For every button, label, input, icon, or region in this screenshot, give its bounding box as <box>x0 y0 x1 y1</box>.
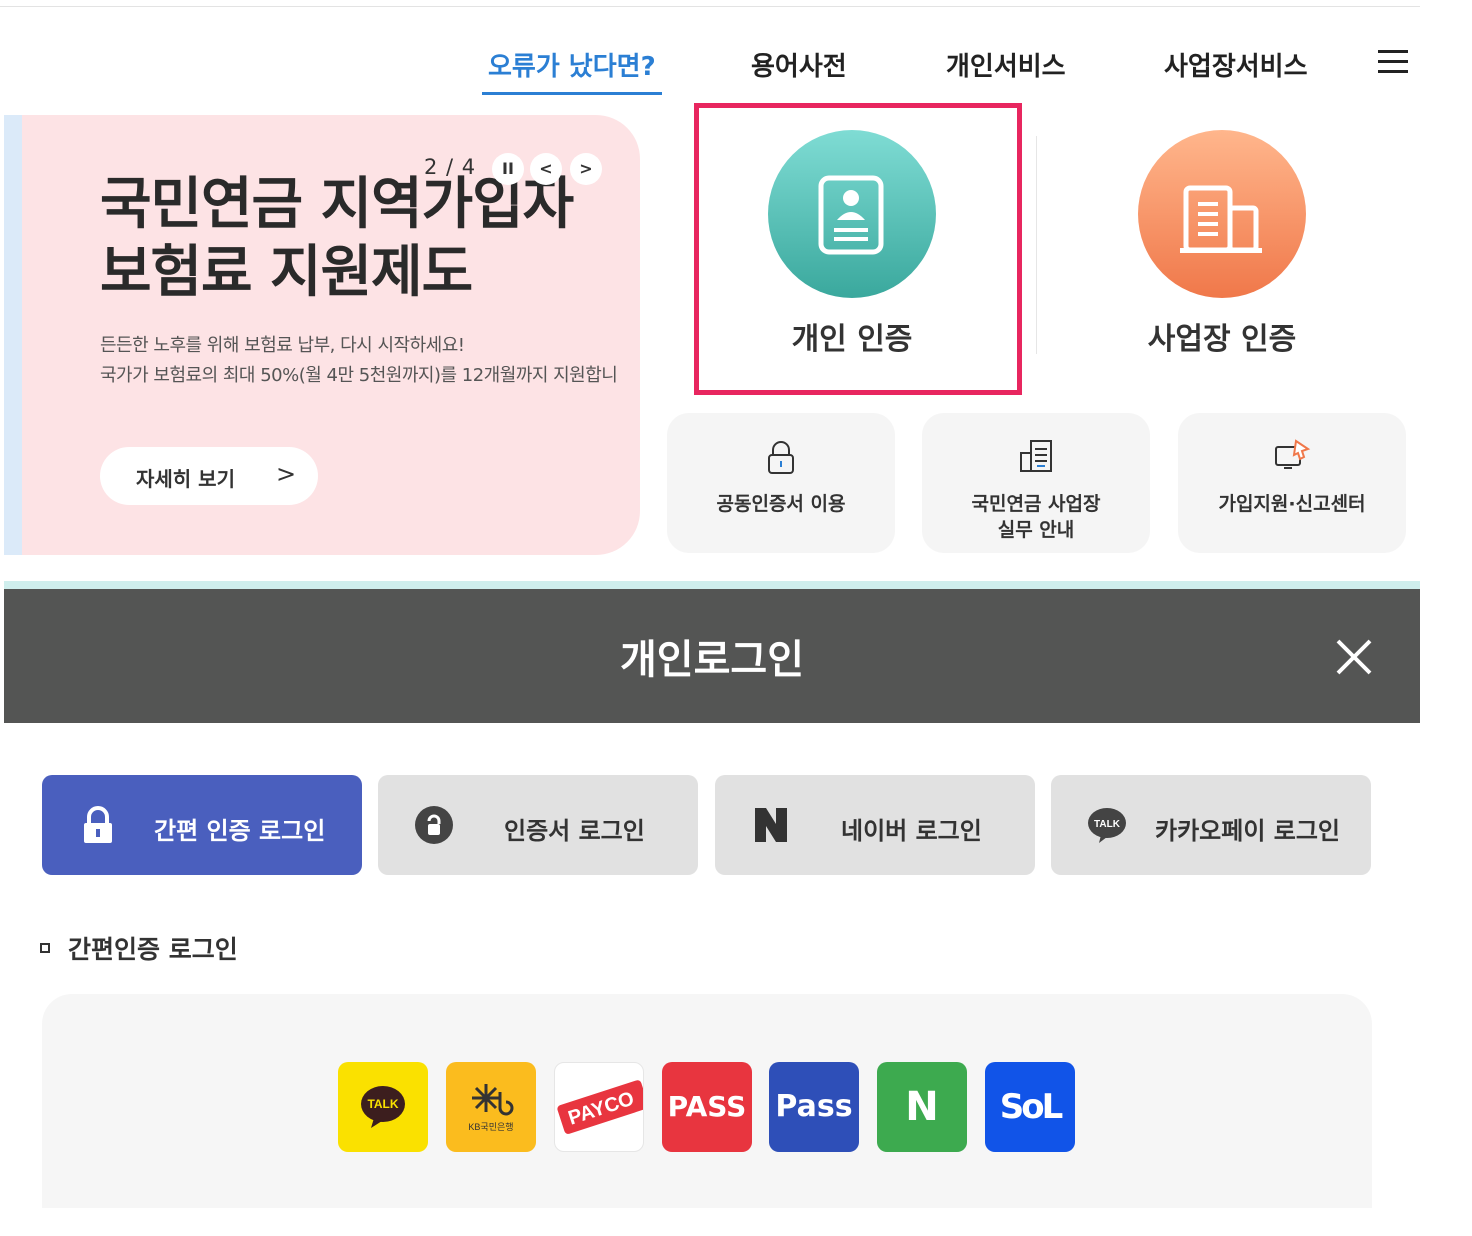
banner-more-label: 자세히 보기 <box>136 467 235 491</box>
close-icon[interactable] <box>1332 635 1376 679</box>
provider-payco[interactable]: PAYCO <box>554 1062 644 1152</box>
banner-description: 든든한 노후를 위해 보험료 납부, 다시 시작하세요! 국가가 보험료의 최대… <box>100 331 618 391</box>
section-separator <box>4 581 1420 589</box>
section-title-text: 간편인증 로그인 <box>68 935 238 964</box>
promo-banner: 국민연금 지역가입자 보험료 지원제도 든든한 노후를 위해 보험료 납부, 다… <box>4 115 640 555</box>
monitor-pointer-icon <box>1275 439 1311 469</box>
tab-certificate-login[interactable]: 인증서 로그인 <box>378 775 698 875</box>
auth-divider <box>1036 136 1037 354</box>
tile-label: 공동인증서 이용 <box>667 491 895 517</box>
tile-business-guide[interactable]: 국민연금 사업장 실무 안내 <box>922 413 1150 553</box>
banner-desc-line-1: 든든한 노후를 위해 보험료 납부, 다시 시작하세요! <box>100 335 465 356</box>
provider-label: N <box>905 1084 939 1130</box>
provider-pass-red[interactable]: PASS <box>662 1062 752 1152</box>
login-title: 개인로그인 <box>620 637 804 683</box>
login-header: 개인로그인 <box>4 589 1420 723</box>
banner-pager: 2 / 4 <box>424 155 477 179</box>
tile-joint-certificate[interactable]: 공동인증서 이용 <box>667 413 895 553</box>
provider-naver[interactable]: N <box>877 1062 967 1152</box>
certificate-icon <box>415 806 453 844</box>
top-divider <box>0 6 1420 7</box>
building-icon <box>1180 185 1262 253</box>
provider-kakao[interactable]: TALK <box>338 1062 428 1152</box>
tab-label: 인증서 로그인 <box>504 817 645 845</box>
provider-label: TALK <box>367 1097 398 1111</box>
business-auth-label: 사업장 인증 <box>1147 322 1297 357</box>
kakao-talk-icon: TALK <box>1088 808 1126 843</box>
banner-title: 국민연금 지역가입자 보험료 지원제도 <box>100 171 574 307</box>
nav-glossary[interactable]: 용어사전 <box>751 46 847 83</box>
top-navigation: 오류가 났다면? 용어사전 개인서비스 사업장서비스 <box>0 40 1472 100</box>
hamburger-menu-icon[interactable] <box>1378 50 1408 74</box>
banner-more-button[interactable]: 자세히 보기 > <box>100 447 318 505</box>
tab-kakaopay-login[interactable]: TALK 카카오페이 로그인 <box>1051 775 1371 875</box>
tile-label-line-1: 가입지원·신고센터 <box>1218 493 1366 515</box>
nav-error-help[interactable]: 오류가 났다면? <box>488 46 656 83</box>
banner-title-line-2: 보험료 지원제도 <box>100 240 473 305</box>
tile-label: 가입지원·신고센터 <box>1178 491 1406 517</box>
tile-support-center[interactable]: 가입지원·신고센터 <box>1178 413 1406 553</box>
kb-star-icon: KB국민은행 <box>468 1084 514 1132</box>
tab-label: 네이버 로그인 <box>841 817 982 845</box>
tile-label: 국민연금 사업장 실무 안내 <box>922 491 1150 543</box>
provider-sol[interactable]: SoL <box>985 1062 1075 1152</box>
nav-personal-service[interactable]: 개인서비스 <box>946 46 1066 83</box>
bullet-square-icon <box>40 943 50 953</box>
lock-icon <box>768 441 794 474</box>
banner-prev-slide-edge <box>4 115 22 555</box>
personal-auth-highlight <box>694 103 1022 395</box>
chevron-left-icon[interactable]: < <box>530 153 562 185</box>
provider-pass-blue[interactable]: Pass <box>769 1062 859 1152</box>
provider-label: PASS <box>667 1090 747 1123</box>
tab-label: 간편 인증 로그인 <box>154 817 326 845</box>
provider-label: Pass <box>775 1089 853 1124</box>
business-auth-circle <box>1138 130 1306 298</box>
tile-label-line-2: 실무 안내 <box>997 519 1075 541</box>
tile-label-line-1: 국민연금 사업장 <box>971 493 1101 515</box>
chevron-right-icon: > <box>276 460 297 488</box>
nav-business-service[interactable]: 사업장서비스 <box>1164 46 1308 83</box>
business-auth-card[interactable]: 사업장 인증 <box>1064 130 1394 380</box>
provider-label: SoL <box>999 1087 1064 1127</box>
tab-naver-login[interactable]: 네이버 로그인 <box>715 775 1035 875</box>
simple-auth-section-title: 간편인증 로그인 <box>40 930 238 966</box>
chevron-right-icon[interactable]: > <box>570 153 602 185</box>
tab-simple-auth-login[interactable]: 간편 인증 로그인 <box>42 775 362 875</box>
provider-kb[interactable]: KB국민은행 <box>446 1062 536 1152</box>
padlock-icon <box>84 806 112 843</box>
document-building-icon <box>1020 440 1052 472</box>
naver-n-icon <box>755 808 787 842</box>
nav-active-underline <box>482 92 662 95</box>
payco-logo-icon: PAYCO <box>557 1080 643 1134</box>
provider-label: KB국민은행 <box>468 1121 513 1132</box>
kakao-talk-icon: TALK <box>361 1086 405 1128</box>
tile-label-line-1: 공동인증서 이용 <box>716 493 846 515</box>
tab-label: 카카오페이 로그인 <box>1155 817 1340 845</box>
banner-desc-line-2: 국가가 보험료의 최대 50%(월 4만 5천원까지)를 12개월까지 지원합니 <box>100 365 618 386</box>
pause-icon[interactable]: II <box>492 153 524 185</box>
svg-text:TALK: TALK <box>1094 819 1121 830</box>
